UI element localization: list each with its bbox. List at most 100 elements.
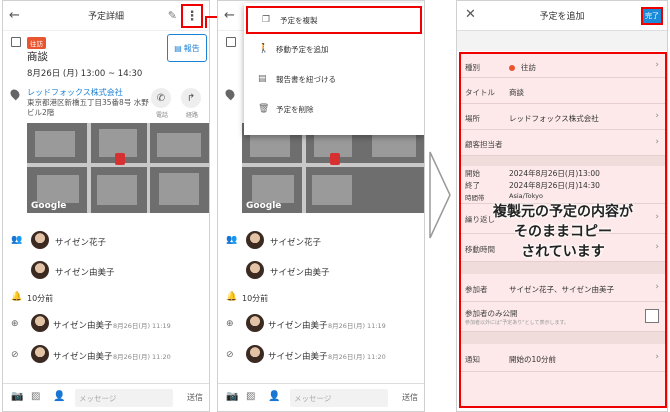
participants-only-checkbox[interactable]	[645, 309, 659, 323]
participants-icon: 👥	[226, 235, 238, 245]
field-participants[interactable]: 参加者 サイゼン花子、サイゼン由美子 ›	[461, 274, 665, 302]
type-color-dot	[509, 65, 515, 71]
location-pin-icon	[8, 87, 22, 101]
flow-chevron-icon	[429, 151, 451, 239]
message-input[interactable]: メッセージ	[290, 389, 388, 407]
route-label: 経路	[186, 112, 199, 119]
page-title: 予定詳細	[87, 12, 124, 22]
participant-name: サイゼン花子	[270, 238, 322, 248]
schedule-detail-screen: ← 予定詳細 ✎ ⋮ 往訪 商談 8月26日 (月) 13:00 ~ 14:30…	[2, 0, 210, 412]
history-date: 8月26日(月) 11:20	[113, 353, 171, 361]
edit-icon[interactable]: ✎	[168, 9, 177, 22]
field-title[interactable]: タイトル 商談	[461, 78, 665, 104]
image-icon[interactable]: ▨	[246, 391, 255, 402]
avatar	[246, 345, 264, 363]
location-pin-icon	[223, 87, 237, 101]
copy-icon: ❐	[262, 15, 271, 25]
avatar	[31, 345, 49, 363]
avatar	[31, 314, 49, 332]
callout-text: 複製元の予定の内容が そのままコピー されています	[493, 204, 633, 260]
history-add-icon: ⊕	[11, 319, 19, 329]
chevron-right-icon: ›	[655, 282, 659, 292]
type-badge: 往訪	[27, 37, 46, 49]
history-name: サイゼン由美子	[53, 321, 113, 331]
message-footer: 📷 ▨ 👤 メッセージ 送信	[3, 383, 209, 411]
bell-icon: 🔔	[11, 292, 23, 302]
field-notification[interactable]: 通知 開始の10分前 ›	[461, 344, 665, 372]
phone-label: 電話	[156, 112, 169, 119]
history-date: 8月26日(月) 11:19	[113, 322, 171, 330]
more-menu-icon[interactable]: ⋮	[181, 4, 203, 28]
chevron-right-icon: ›	[655, 60, 659, 70]
reminder-text: 10分前	[242, 294, 269, 303]
history-date: 8月26日(月) 11:19	[328, 322, 386, 330]
history-date: 8月26日(月) 11:20	[328, 353, 386, 361]
history-edit-icon: ⊘	[226, 350, 234, 360]
calendar-icon	[11, 37, 21, 47]
event-datetime: 8月26日 (月) 13:00 ~ 14:30	[27, 69, 143, 79]
google-logo: Google	[31, 201, 67, 211]
company-link[interactable]: レッドフォックス株式会社	[27, 87, 123, 98]
field-location[interactable]: 場所 レッドフォックス株式会社 ›	[461, 104, 665, 130]
phone-icon[interactable]: ✆	[151, 88, 171, 108]
avatar	[246, 231, 264, 249]
close-icon[interactable]: ✕	[465, 7, 476, 22]
image-icon[interactable]: ▨	[31, 391, 40, 402]
chevron-right-icon: ›	[655, 111, 659, 121]
history-add-icon: ⊕	[226, 319, 234, 329]
connector-line	[205, 16, 207, 28]
field-type[interactable]: 種別 往訪 ›	[461, 54, 665, 78]
location-map[interactable]: Google	[242, 123, 424, 213]
detail-header: ← 予定詳細 ✎ ⋮	[3, 1, 209, 31]
walk-icon: 🚶	[258, 44, 270, 54]
menu-item-duplicate[interactable]: ❐ 予定を複製	[246, 6, 422, 34]
avatar	[246, 314, 264, 332]
avatar	[246, 261, 264, 279]
back-arrow-icon[interactable]: ←	[224, 8, 235, 23]
google-logo: Google	[246, 201, 282, 211]
send-button[interactable]: 送信	[187, 392, 203, 403]
form-header: ✕ 予定を追加 完了	[457, 1, 667, 31]
back-arrow-icon[interactable]: ←	[9, 8, 20, 23]
field-start[interactable]: 開始 2024年8月26日(月)13:00	[461, 166, 665, 179]
report-link-icon: ▤	[258, 74, 267, 84]
menu-item-delete[interactable]: 🗑 予定を削除	[244, 94, 424, 124]
schedule-detail-menu-screen: ← Google 👥 サイゼン花子 サイゼン由美子 🔔 10分前 ⊕ サイゼン由…	[217, 0, 425, 412]
participants-icon: 👥	[11, 235, 23, 245]
location-map[interactable]: Google	[27, 123, 209, 213]
mention-icon[interactable]: 👤	[268, 391, 280, 402]
map-marker-icon	[330, 153, 340, 165]
form-top-spacer	[457, 31, 667, 51]
avatar	[31, 231, 49, 249]
calendar-icon	[226, 37, 236, 47]
chevron-right-icon: ›	[655, 352, 659, 362]
menu-item-add-travel[interactable]: 🚶 移動予定を追加	[244, 34, 424, 64]
mention-icon[interactable]: 👤	[53, 391, 65, 402]
avatar	[31, 261, 49, 279]
menu-item-link-report[interactable]: ▤ 報告書を紐づける	[244, 64, 424, 94]
more-menu: ❐ 予定を複製 🚶 移動予定を追加 ▤ 報告書を紐づける 🗑 予定を削除	[244, 3, 424, 135]
page-title: 予定を追加	[539, 12, 585, 22]
route-icon[interactable]: ↱	[181, 88, 201, 108]
map-marker-icon	[115, 153, 125, 165]
history-name: サイゼン由美子	[53, 352, 113, 362]
field-end[interactable]: 終了 2024年8月26日(月)14:30	[461, 179, 665, 192]
report-icon: ▤	[174, 43, 182, 53]
done-button[interactable]: 完了	[641, 7, 663, 25]
participant-name: サイゼン由美子	[55, 268, 115, 278]
field-participants-only[interactable]: 参加者のみ公開 参加者以外には"予定あり"として表示します。	[461, 302, 665, 332]
field-customer-contact[interactable]: 顧客担当者 ›	[461, 130, 665, 156]
send-button[interactable]: 送信	[402, 392, 418, 403]
company-address: 東京都港区新橋五丁目35番8号 水野ビル2階	[27, 98, 149, 117]
chevron-right-icon: ›	[655, 137, 659, 147]
camera-icon[interactable]: 📷	[226, 391, 238, 402]
message-input[interactable]: メッセージ	[75, 389, 173, 407]
history-name: サイゼン由美子	[268, 352, 328, 362]
add-schedule-screen: ✕ 予定を追加 完了 種別 往訪 › タイトル 商談 場所 レッドフォックス株式…	[456, 0, 668, 412]
duplicated-form: 種別 往訪 › タイトル 商談 場所 レッドフォックス株式会社 › 顧客担当者 …	[459, 52, 667, 408]
message-footer: 📷 ▨ 👤 メッセージ 送信	[218, 383, 424, 411]
participant-name: サイゼン由美子	[270, 268, 330, 278]
camera-icon[interactable]: 📷	[11, 391, 23, 402]
reminder-text: 10分前	[27, 294, 54, 303]
report-button[interactable]: ▤ 報告	[167, 34, 207, 62]
